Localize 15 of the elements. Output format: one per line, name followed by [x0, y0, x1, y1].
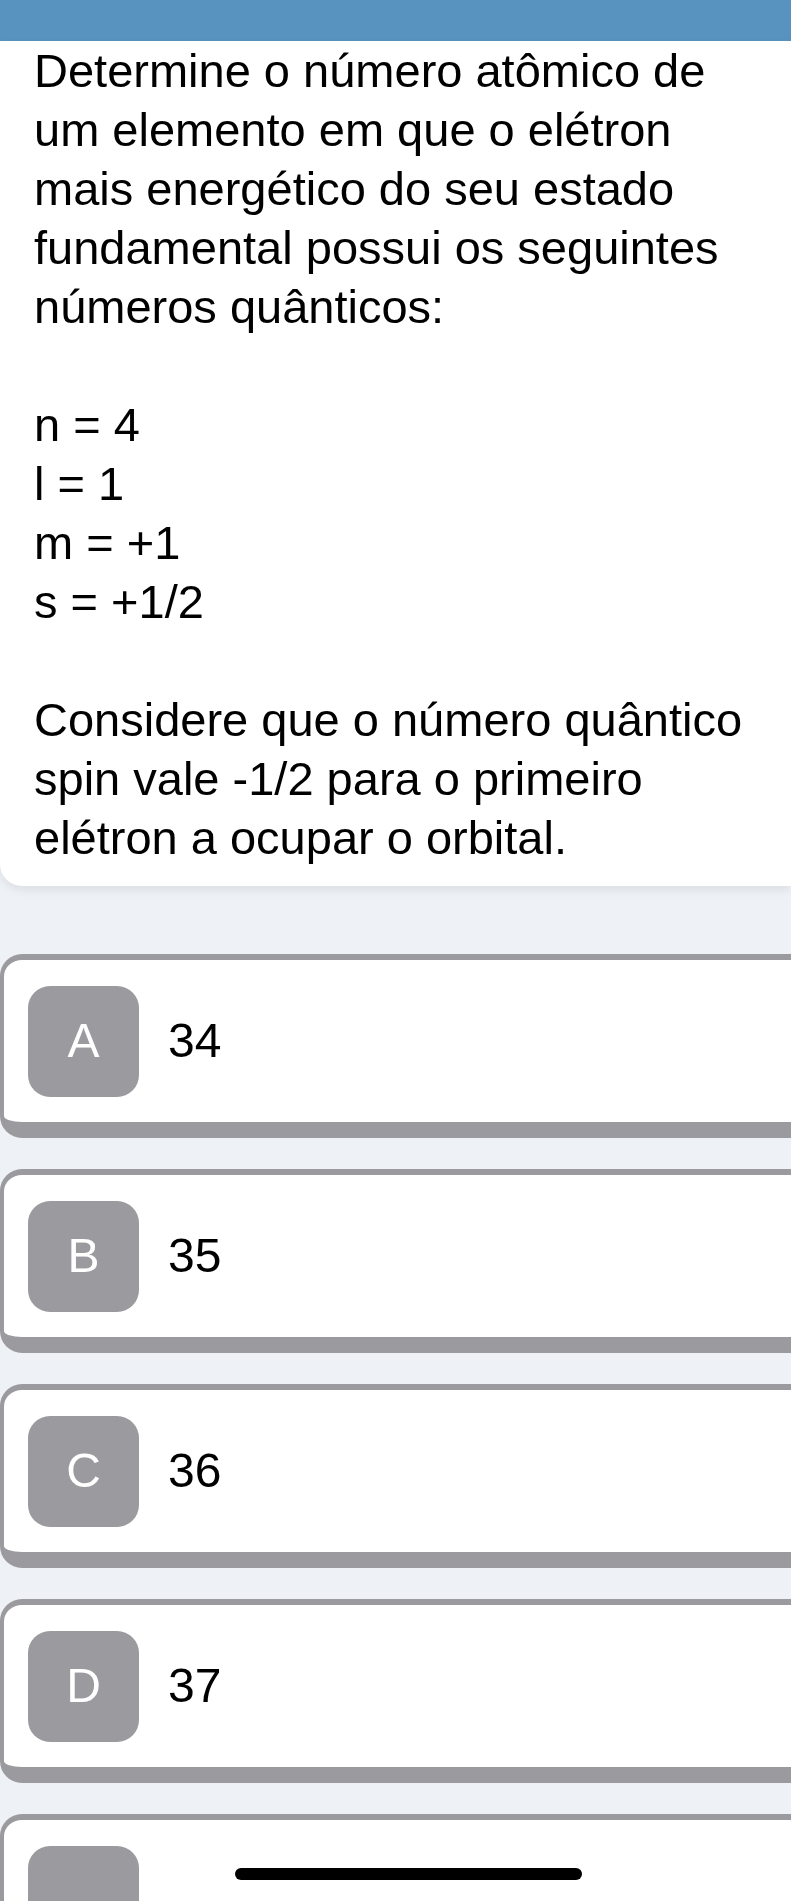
- note-text: Considere que o número quântico spin vale -1/2 para o primeiro elétron a ocupar o orbital.: [34, 692, 744, 866]
- quantum-number-line: l = 1: [34, 456, 125, 512]
- quantum-number-line: m = +1: [34, 515, 181, 571]
- quantum-number-line: n = 4: [34, 397, 140, 453]
- answer-option[interactable]: B 35: [0, 1169, 791, 1353]
- answer-option[interactable]: A 34: [0, 954, 791, 1138]
- answer-option[interactable]: D 37: [0, 1599, 791, 1783]
- answer-option[interactable]: C 36: [0, 1384, 791, 1568]
- letter-tile: A: [28, 985, 139, 1097]
- quantum-number-line: s = +1/2: [34, 574, 204, 630]
- letter-tile: B: [28, 1200, 139, 1312]
- answer-option[interactable]: [0, 1814, 791, 1901]
- letter-tile: C: [28, 1415, 139, 1527]
- letter-tile: D: [28, 1630, 139, 1742]
- question-text: Determine o número atômico de um elemento em que o elétron mais energético do seu estado fundamental possui os seguintes números quânticos:: [34, 43, 720, 335]
